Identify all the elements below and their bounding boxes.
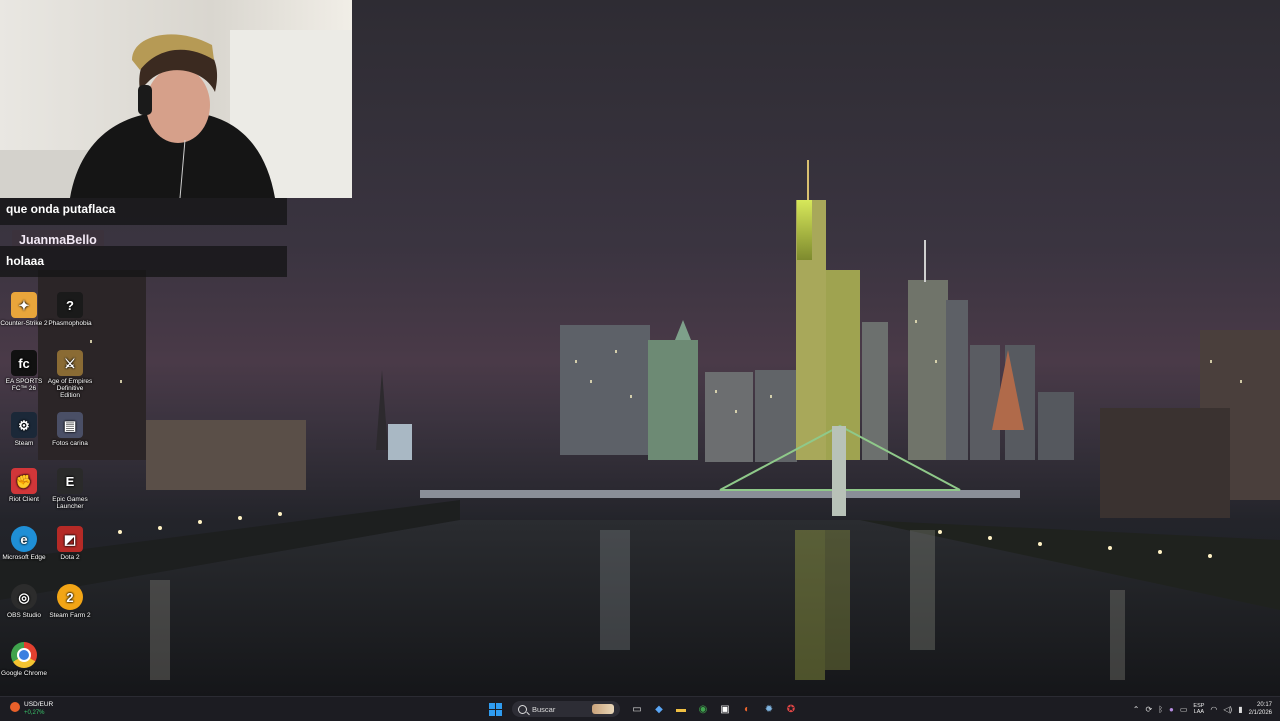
riot-client-icon: ✊ — [11, 468, 37, 494]
store-icon[interactable]: ▣ — [716, 700, 734, 718]
steam-icon[interactable]: ✹ — [760, 700, 778, 718]
language-indicator[interactable]: ESP LAA — [1193, 703, 1204, 715]
chrome-icon — [11, 642, 37, 668]
brave-icon[interactable]: ◐ — [738, 700, 756, 718]
bluetooth-icon[interactable]: ᛒ — [1158, 705, 1163, 714]
copilot-icon[interactable]: ◆ — [650, 700, 668, 718]
desktop-icon-steam[interactable]: ⚙ Steam — [0, 412, 48, 447]
search-highlight-icon — [592, 704, 614, 714]
steam-farm-icon: 2 — [57, 584, 83, 610]
folder-icon: ▤ — [57, 412, 83, 438]
counter-strike-icon: ✦ — [11, 292, 37, 318]
desktop-icon-label: EA SPORTS FC™ 26 — [5, 378, 43, 392]
file-explorer-icon[interactable]: ▬ — [672, 700, 690, 718]
phasmophobia-icon: ? — [57, 292, 83, 318]
taskbar-center: Buscar ▭ ◆ ▬ ◉ ▣ ◐ ✹ ✪ — [486, 699, 800, 719]
desktop-icon-age-of-empires[interactable]: ⚔ Age of Empires Definitive Edition — [46, 350, 94, 399]
desktop-icon-label: Steam Farm 2 — [49, 612, 91, 619]
desktop-icon-counter-strike-2[interactable]: ✦ Counter-Strike 2 — [0, 292, 48, 327]
desktop-icon-label: Dota 2 — [60, 554, 80, 561]
chat-message: que onda putaflaca — [0, 198, 287, 225]
chrome-icon[interactable]: ◉ — [694, 700, 712, 718]
taskbar-widget[interactable]: USD/EUR +0,27% — [6, 699, 66, 719]
desktop-icon-google-chrome[interactable]: Google Chrome — [0, 642, 48, 677]
desktop-icon-label: Steam — [14, 440, 34, 447]
microphone-icon[interactable]: ● — [1169, 705, 1174, 714]
desktop-icon-label: Phasmophobia — [48, 320, 92, 327]
battery-icon[interactable]: ▮ — [1238, 705, 1242, 714]
market-widget-icon — [10, 702, 20, 712]
clock-date: 2/1/2026 — [1248, 710, 1272, 716]
obs-icon: ◎ — [11, 584, 37, 610]
desktop-icon-phasmophobia[interactable]: ? Phasmophobia — [46, 292, 94, 327]
desktop-icon-microsoft-edge[interactable]: e Microsoft Edge — [0, 526, 48, 561]
desktop-icon-label: Counter-Strike 2 — [0, 320, 48, 327]
riot-client-icon[interactable]: ✪ — [782, 700, 800, 718]
windows-icon — [488, 702, 502, 716]
desktop-icon-dota-2[interactable]: ◩ Dota 2 — [46, 526, 94, 561]
start-button[interactable] — [486, 700, 504, 718]
display-icon[interactable]: ▭ — [1180, 705, 1188, 714]
search-placeholder: Buscar — [532, 704, 556, 714]
clock-time: 20:17 — [1256, 702, 1272, 708]
chevron-up-icon[interactable]: ⌃ — [1133, 705, 1140, 714]
clock[interactable]: 20:17 2/1/2026 — [1249, 701, 1272, 717]
desktop-icon-ea-sports-fc-26[interactable]: fc EA SPORTS FC™ 26 — [0, 350, 48, 392]
desktop-icon-label: Google Chrome — [1, 670, 47, 677]
desktop-icon-label: OBS Studio — [7, 612, 41, 619]
chat-message: holaaa — [0, 246, 287, 277]
desktop-icon-epic-games[interactable]: E Epic Games Launcher — [46, 468, 94, 510]
desktop-icon-riot-client[interactable]: ✊ Riot Client — [0, 468, 48, 503]
desktop-icon-label: Microsoft Edge — [2, 554, 46, 561]
volume-icon[interactable]: ◁) — [1223, 705, 1232, 714]
widget-value: +0,27% — [24, 710, 45, 716]
desktop-icon-label: Age of Empires Definitive Edition — [47, 378, 93, 399]
search-box[interactable]: Buscar — [512, 701, 620, 717]
ea-sports-fc-icon: fc — [11, 350, 37, 376]
desktop-icon-fotos-carina[interactable]: ▤ Fotos carina — [46, 412, 94, 447]
search-icon — [518, 704, 527, 714]
widget-title: USD/EUR — [24, 701, 54, 708]
epic-games-icon: E — [57, 468, 83, 494]
dota-icon: ◩ — [57, 526, 83, 552]
desktop-icon-label: Epic Games Launcher — [52, 496, 88, 510]
desktop-icon-steam-farm-2[interactable]: 2 Steam Farm 2 — [46, 584, 94, 619]
sync-icon[interactable]: ⟳ — [1145, 705, 1152, 714]
age-of-empires-icon: ⚔ — [57, 350, 83, 376]
system-tray: ⌃ ⟳ ᛒ ● ▭ ESP LAA ◠ ◁) ▮ 20:17 2/1/2026 — [1133, 697, 1280, 721]
steam-icon: ⚙ — [11, 412, 37, 438]
desktop-icon-obs-studio[interactable]: ◎ OBS Studio — [0, 584, 48, 619]
desktop-icon-label: Riot Client — [9, 496, 39, 503]
taskbar: USD/EUR +0,27% Buscar ▭ ◆ ▬ ◉ ▣ ◐ ✹ ✪ ⌃ … — [0, 696, 1280, 721]
streamer-webcam-feed — [0, 30, 352, 198]
webcam-overlay — [0, 0, 352, 198]
keyboard-layout: LAA — [1193, 709, 1205, 715]
edge-icon: e — [11, 526, 37, 552]
desktop-icon-label: Fotos carina — [52, 440, 88, 447]
task-view-icon[interactable]: ▭ — [628, 700, 646, 718]
wifi-icon[interactable]: ◠ — [1210, 705, 1217, 714]
